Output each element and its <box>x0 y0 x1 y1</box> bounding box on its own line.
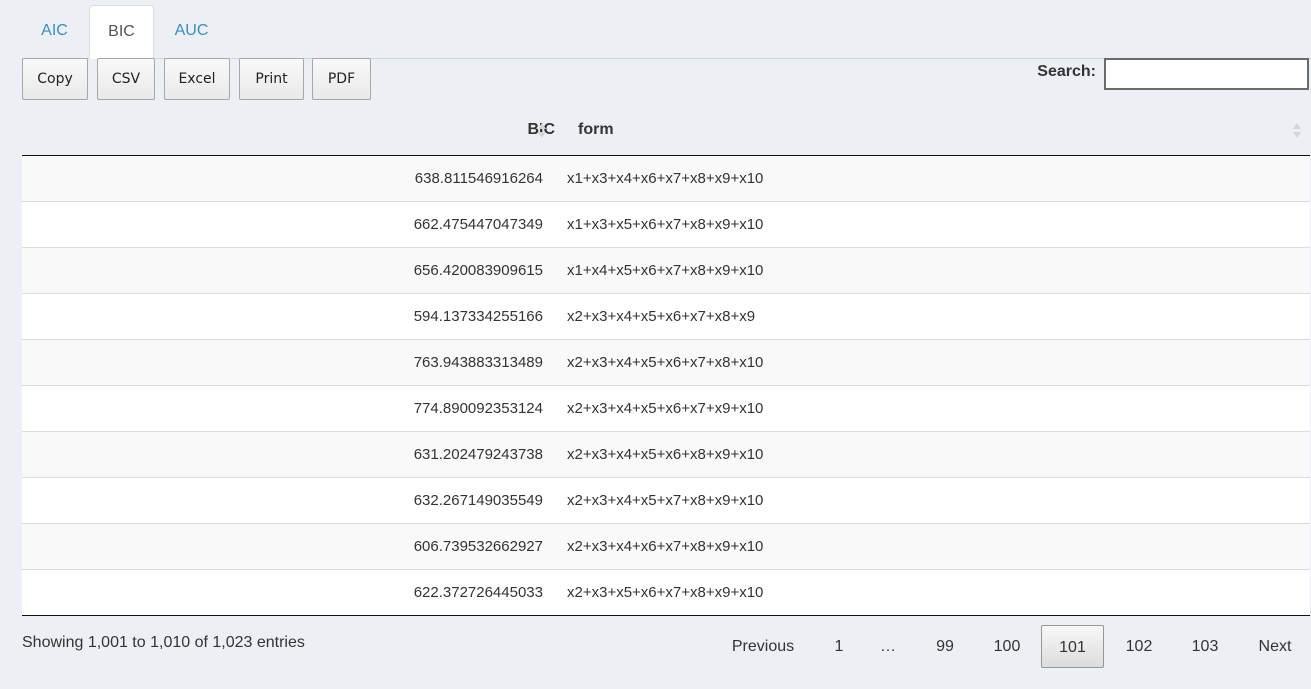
bic-cell: 622.372726445033 <box>413 584 543 601</box>
csv-button[interactable]: CSV <box>97 58 155 100</box>
page-ellipsis: … <box>880 638 896 655</box>
tab-bar: AIC BIC AUC <box>22 0 1311 59</box>
form-cell: x2+x3+x4+x5+x6+x7+x8+x9 <box>567 308 756 325</box>
tab-bic[interactable]: BIC <box>89 5 154 59</box>
next-page-button[interactable]: Next <box>1250 625 1300 668</box>
table-row: 606.739532662927 x2+x3+x4+x6+x7+x8+x9+x1… <box>22 524 1310 570</box>
bic-cell: 631.202479243738 <box>413 446 543 463</box>
table-row: 656.420083909615 x1+x4+x5+x6+x7+x8+x9+x1… <box>22 248 1310 294</box>
page-button-103[interactable]: 103 <box>1180 625 1230 668</box>
sort-icon[interactable] <box>538 123 546 139</box>
table-row: 774.890092353124 x2+x3+x4+x5+x6+x7+x9+x1… <box>22 386 1310 432</box>
form-cell: x2+x3+x4+x5+x6+x8+x9+x10 <box>567 446 764 463</box>
table-row: 638.811546916264 x1+x3+x4+x6+x7+x8+x9+x1… <box>22 156 1310 202</box>
sort-icon[interactable] <box>1293 123 1301 139</box>
table-row: 594.137334255166 x2+x3+x4+x5+x6+x7+x8+x9 <box>22 294 1310 340</box>
form-cell: x1+x3+x4+x6+x7+x8+x9+x10 <box>567 170 764 187</box>
bic-cell: 656.420083909615 <box>413 262 543 279</box>
table-row: 662.475447047349 x1+x3+x5+x6+x7+x8+x9+x1… <box>22 202 1310 248</box>
table-info: Showing 1,001 to 1,010 of 1,023 entries <box>22 634 305 651</box>
table-row: 631.202479243738 x2+x3+x4+x5+x6+x8+x9+x1… <box>22 432 1310 478</box>
page-button-101[interactable]: 101 <box>1041 625 1104 668</box>
form-cell: x2+x3+x5+x6+x7+x8+x9+x10 <box>567 584 764 601</box>
print-button[interactable]: Print <box>239 58 304 100</box>
pdf-button[interactable]: PDF <box>312 58 371 100</box>
excel-button[interactable]: Excel <box>164 58 230 100</box>
bic-cell: 662.475447047349 <box>413 216 543 233</box>
tab-aic[interactable]: AIC <box>22 5 87 58</box>
form-cell: x2+x3+x4+x5+x7+x8+x9+x10 <box>567 492 764 509</box>
bic-cell: 632.267149035549 <box>413 492 543 509</box>
bic-cell: 763.943883313489 <box>413 354 543 371</box>
page-button-99[interactable]: 99 <box>925 625 965 668</box>
previous-page-button[interactable]: Previous <box>724 625 802 668</box>
form-cell: x1+x3+x5+x6+x7+x8+x9+x10 <box>567 216 764 233</box>
tab-auc[interactable]: AUC <box>159 5 224 58</box>
search-label: Search: <box>1037 63 1096 80</box>
form-cell: x1+x4+x5+x6+x7+x8+x9+x10 <box>567 262 764 279</box>
search-input[interactable] <box>1104 58 1309 90</box>
table-row: 763.943883313489 x2+x3+x4+x5+x6+x7+x8+x1… <box>22 340 1310 386</box>
table-header: BIC form <box>22 105 1310 156</box>
form-cell: x2+x3+x4+x5+x6+x7+x9+x10 <box>567 400 764 417</box>
copy-button[interactable]: Copy <box>22 58 88 100</box>
bic-cell: 638.811546916264 <box>414 170 543 187</box>
table-row: 632.267149035549 x2+x3+x4+x5+x7+x8+x9+x1… <box>22 478 1310 524</box>
bic-cell: 774.890092353124 <box>413 400 543 417</box>
table-row: 622.372726445033 x2+x3+x5+x6+x7+x8+x9+x1… <box>22 570 1310 616</box>
column-header-form[interactable]: form <box>578 121 614 139</box>
form-cell: x2+x3+x4+x6+x7+x8+x9+x10 <box>567 538 764 555</box>
page-button-100[interactable]: 100 <box>982 625 1032 668</box>
bic-cell: 606.739532662927 <box>413 538 543 555</box>
page-button-1[interactable]: 1 <box>823 625 855 668</box>
bic-cell: 594.137334255166 <box>413 308 543 325</box>
form-cell: x2+x3+x4+x5+x6+x7+x8+x10 <box>567 354 764 371</box>
results-table: BIC form 638.811546916264 x1+x3+x4+x6+x7… <box>22 105 1310 616</box>
page-button-102[interactable]: 102 <box>1114 625 1164 668</box>
